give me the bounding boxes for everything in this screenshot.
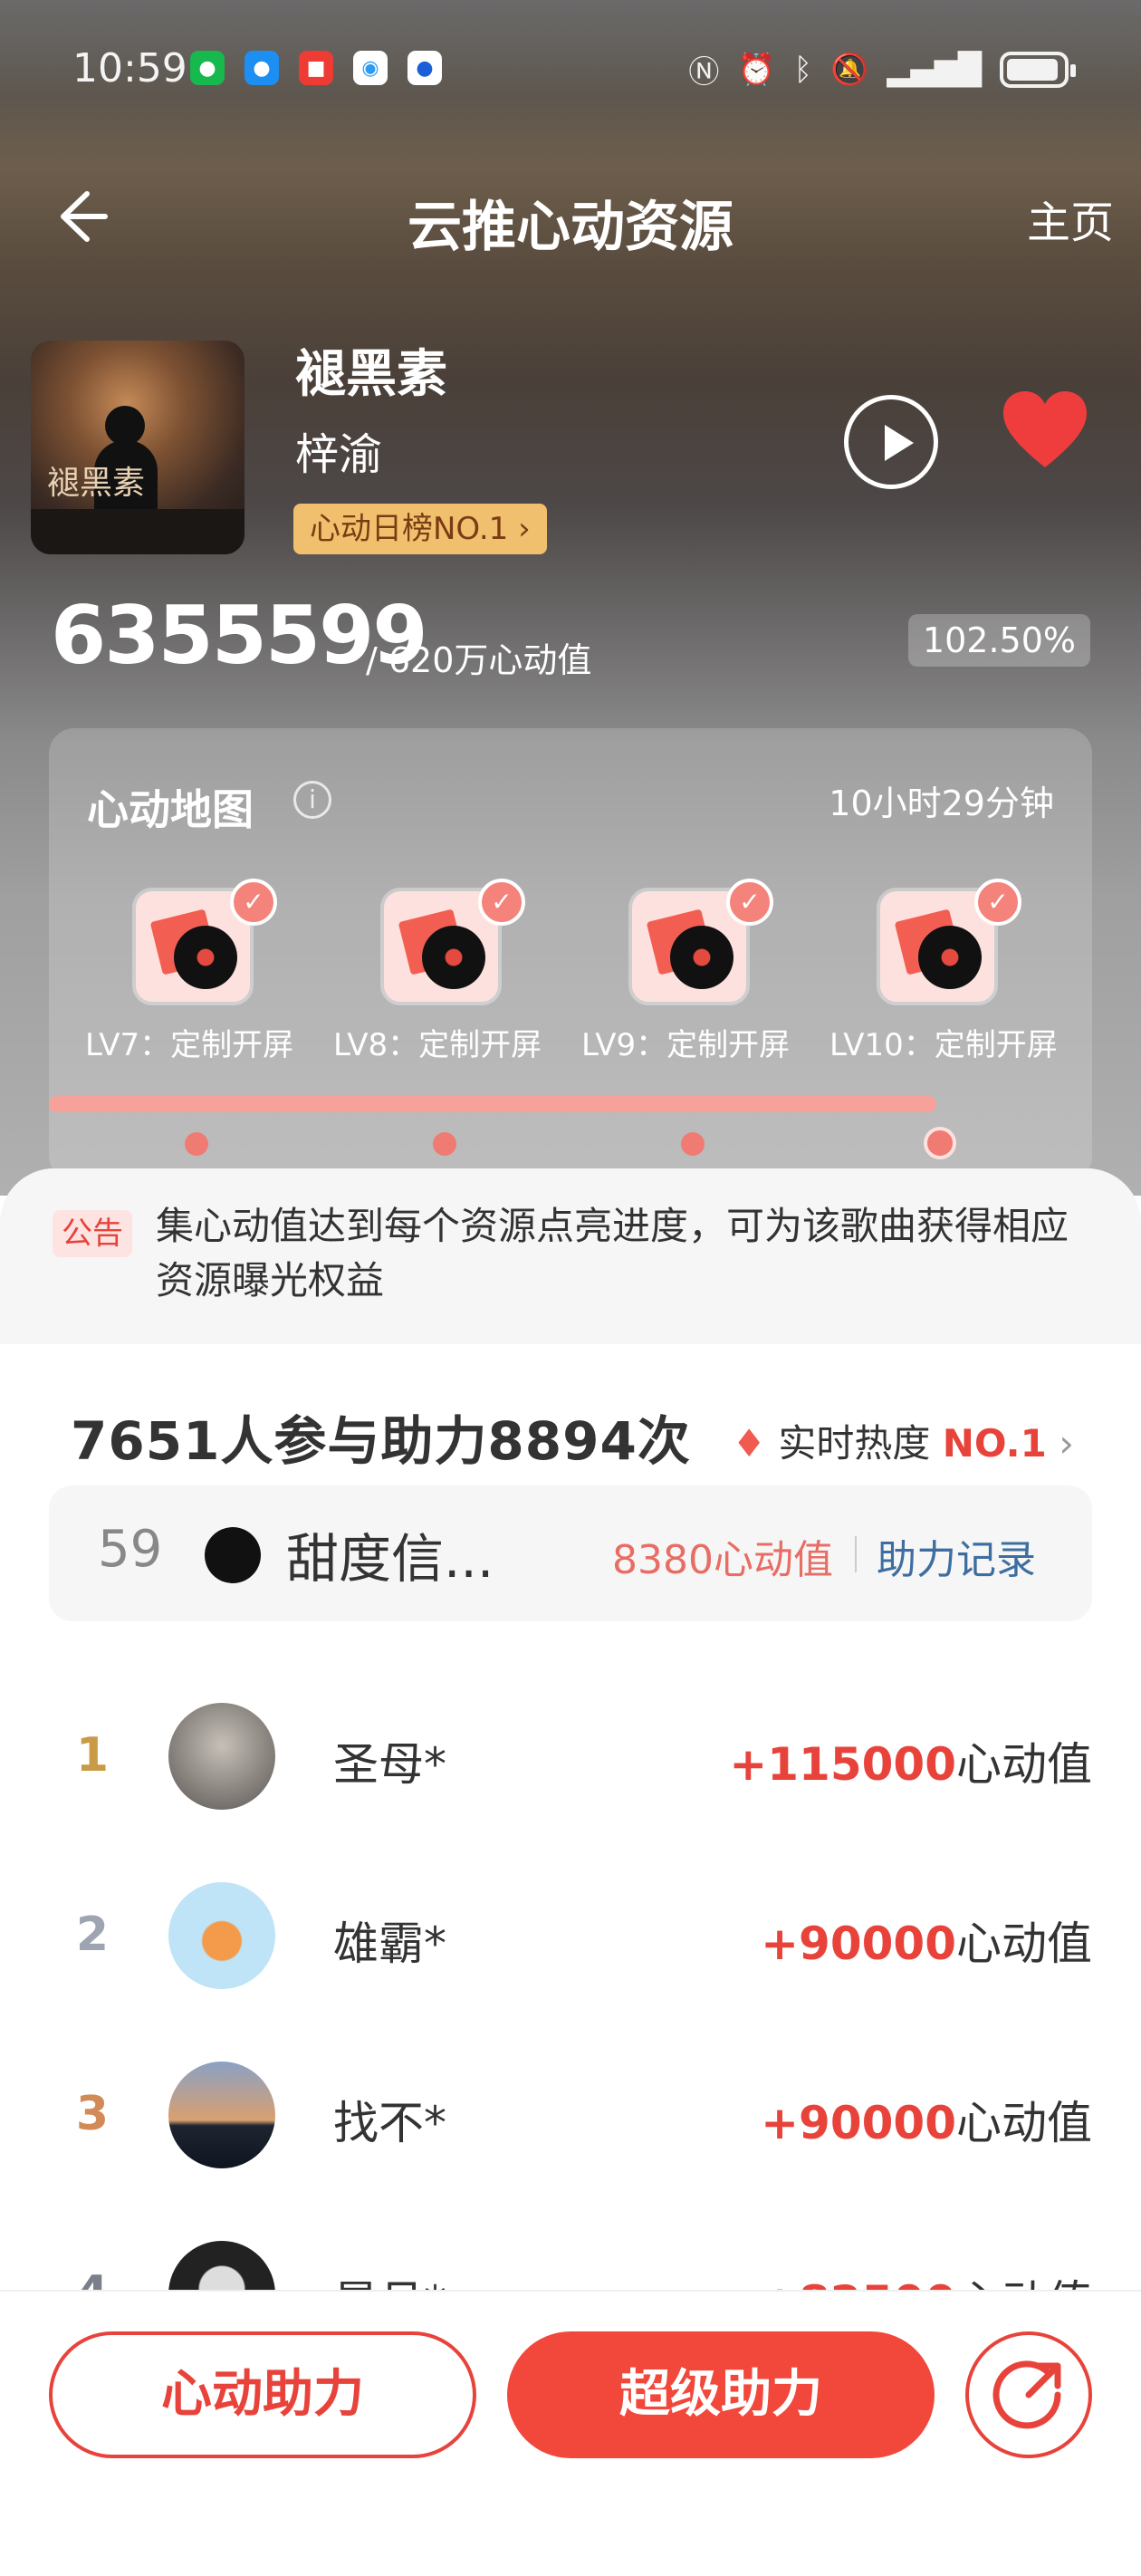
progress-track: [49, 1096, 936, 1112]
nfc-icon: Ⓝ: [688, 54, 720, 91]
wechat-icon: ●: [190, 51, 225, 85]
my-heart-value: 8380心动值: [612, 1537, 833, 1583]
cover-ground: [31, 509, 244, 554]
user-name: 找不*: [333, 2097, 446, 2149]
favorite-heart-icon[interactable]: [1000, 388, 1090, 478]
system-icons: Ⓝ ⏰ ᛒ 🔕 ▂▄▆█: [688, 47, 1076, 91]
status-time: 10:59: [72, 45, 187, 91]
heat-label: 实时热度: [778, 1421, 931, 1466]
heart-boost-button[interactable]: 心动助力: [49, 2331, 476, 2458]
share-icon: [992, 2360, 1061, 2429]
rank-laurel-icon: 2: [75, 1908, 110, 1962]
leaderboard-row[interactable]: 3 找不* +90000心动值: [0, 2023, 1141, 2201]
user-name: 雄霸*: [333, 1918, 446, 1970]
level-milestones: ✓ LV7：定制开屏 ✓ LV8：定制开屏 ✓ LV9：定制开屏 ✓ LV10：…: [85, 879, 1081, 1163]
info-icon[interactable]: i: [293, 781, 331, 819]
announcement: 公告 集心动值达到每个资源点亮进度，可为该歌曲获得相应资源曝光权益: [0, 1168, 1141, 1344]
rank-laurel-icon: 3: [75, 2087, 110, 2141]
notification-icons: ● ● ■ ◉ ●: [190, 51, 442, 85]
level-label: LV8：定制开屏: [333, 1027, 542, 1063]
avatar[interactable]: [168, 1882, 275, 1989]
share-button[interactable]: [965, 2331, 1092, 2458]
heat-rank: NO.1: [942, 1421, 1047, 1466]
leaderboard-row[interactable]: 2 雄霸* +90000心动值: [0, 1844, 1141, 2022]
my-contribution-row[interactable]: 59 甜度信... 8380心动值 助力记录: [49, 1485, 1092, 1621]
milestone-dot: [433, 1132, 456, 1156]
check-icon: ✓: [230, 879, 277, 926]
blue-app-icon: ●: [408, 51, 442, 85]
boost-history-link[interactable]: 助力记录: [877, 1527, 1036, 1585]
bluetooth-icon: ᛒ: [793, 51, 813, 88]
my-avatar: [205, 1527, 261, 1583]
current-heart-marker: [924, 1127, 956, 1159]
hero-header: 10:59 ● ● ■ ◉ ● Ⓝ ⏰ ᛒ 🔕 ▂▄▆█ 云推心动资源 主页 褪…: [0, 0, 1141, 1196]
level-label: LV7：定制开屏: [85, 1027, 294, 1063]
super-boost-button[interactable]: 超级助力: [507, 2331, 935, 2458]
my-rank: 59: [98, 1520, 163, 1579]
song-title: 褪黑素: [295, 345, 447, 404]
battery-icon: [1000, 51, 1076, 88]
avatar[interactable]: [168, 2062, 275, 2168]
contribution-value: +115000心动值: [729, 1738, 1092, 1791]
play-button[interactable]: [844, 395, 938, 489]
countdown-timer: 10小时29分钟: [829, 783, 1054, 823]
participation-summary: 7651人参与助力8894次: [71, 1410, 691, 1472]
level-label: LV9：定制开屏: [581, 1027, 791, 1063]
home-link[interactable]: 主页: [1027, 187, 1114, 250]
progress-percent: 102.50%: [907, 614, 1090, 667]
user-name: 圣母*: [333, 1738, 446, 1791]
song-artist[interactable]: 梓渝: [295, 418, 382, 482]
status-bar: 10:59 ● ● ■ ◉ ● Ⓝ ⏰ ᛒ 🔕 ▂▄▆█: [0, 36, 1141, 109]
page-title: 云推心动资源: [408, 196, 734, 259]
contribution-value: +90000心动值: [761, 2097, 1092, 2149]
chevron-right-icon: ›: [1059, 1421, 1074, 1466]
heart-map-title: 心动地图: [87, 785, 254, 834]
message-icon: ◉: [353, 51, 388, 85]
alarm-icon: ⏰: [737, 51, 776, 88]
contribution-value: +90000心动值: [761, 1918, 1092, 1970]
divider: [855, 1536, 857, 1572]
realtime-heat[interactable]: ♦ 实时热度 NO.1 ›: [732, 1413, 1074, 1468]
cover-title: 褪黑素: [47, 465, 146, 502]
chat-icon: ●: [244, 51, 279, 85]
heart-map-card: 心动地图 i 10小时29分钟 ✓ LV7：定制开屏 ✓ LV8：定制开屏 ✓ …: [49, 728, 1092, 1181]
announcement-tag: 公告: [53, 1210, 132, 1257]
level-label: LV10：定制开屏: [829, 1027, 1058, 1063]
rank-laurel-icon: 1: [75, 1728, 110, 1783]
announcement-text: 集心动值达到每个资源点亮进度，可为该歌曲获得相应资源曝光权益: [156, 1204, 1069, 1302]
signal-icon: ▂▄▆█: [887, 51, 982, 88]
bottom-action-bar: 心动助力 超级助力: [0, 2290, 1141, 2576]
heart-value-target: / 620万心动值: [366, 640, 592, 680]
my-name: 甜度信...: [286, 1528, 494, 1590]
album-cover[interactable]: 褪黑素: [31, 341, 244, 554]
check-icon: ✓: [726, 879, 773, 926]
check-icon: ✓: [974, 879, 1021, 926]
milestone-dot: [681, 1132, 705, 1156]
daily-chart-badge[interactable]: 心动日榜NO.1 ›: [293, 504, 547, 554]
mute-icon: 🔕: [830, 51, 869, 88]
leaderboard-row[interactable]: 1 圣母* +115000心动值: [0, 1665, 1141, 1842]
flame-icon: ♦: [732, 1421, 766, 1466]
top-nav: 云推心动资源 主页: [0, 172, 1141, 263]
avatar[interactable]: [168, 1703, 275, 1810]
red-app-icon: ■: [299, 51, 333, 85]
milestone-dot: [185, 1132, 208, 1156]
check-icon: ✓: [478, 879, 525, 926]
